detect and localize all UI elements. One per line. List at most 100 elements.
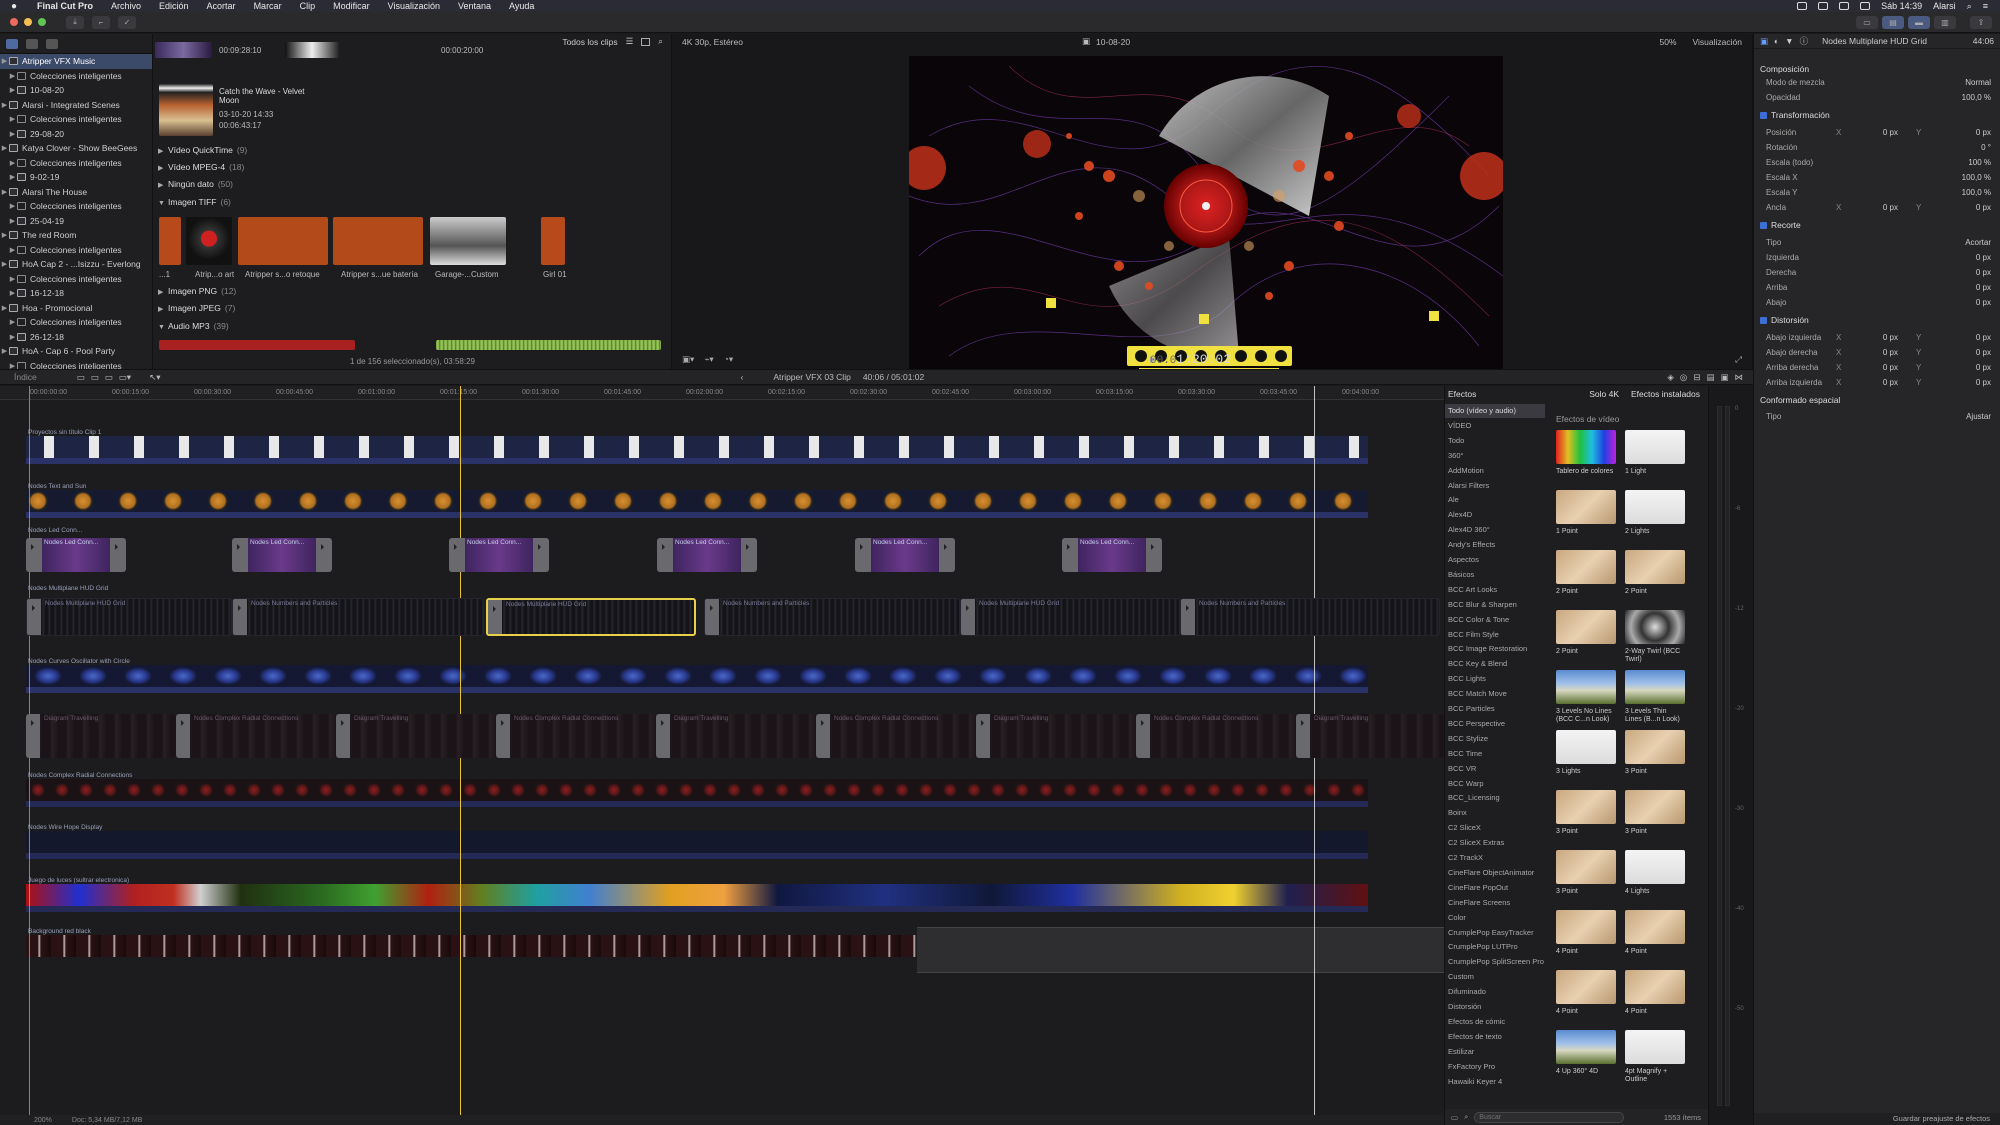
clip-trim-handle[interactable] — [488, 600, 502, 634]
viewer-view-menu[interactable]: Visualización — [1693, 37, 1742, 47]
effects-category-item[interactable]: C2 TrackX — [1445, 851, 1545, 865]
timeline-clip-led[interactable]: Nodes Led Conn... — [657, 538, 757, 572]
crop-top-field[interactable]: 0 px — [1931, 283, 1991, 292]
timeline-clip[interactable]: Nodes Complex Radial Connections — [496, 714, 656, 758]
background-tasks-icon[interactable]: ✓ — [118, 15, 136, 29]
disclosure-triangle-icon[interactable]: ▶ — [8, 173, 17, 181]
effects-category-item[interactable]: Básicos — [1445, 568, 1545, 582]
library-item[interactable]: ▶ The red Room — [0, 228, 152, 243]
effects-category-item[interactable]: Estilizar — [1445, 1045, 1545, 1059]
timeline-ruler[interactable]: 00:00:00:00 00:00:15:00 00:00:30:00 00:00:4… — [0, 386, 1444, 400]
user-name[interactable]: Alarsi — [1933, 1, 1956, 11]
effect-thumbnail[interactable] — [1556, 730, 1616, 764]
audio-thumbnail[interactable] — [159, 340, 355, 350]
effects-category-item[interactable]: BCC Warp — [1445, 777, 1545, 791]
library-item[interactable]: ▶ 9-02-19 — [0, 170, 152, 185]
effects-category-item[interactable]: Efectos de texto — [1445, 1030, 1545, 1044]
effect-thumbnail[interactable] — [1625, 910, 1685, 944]
effect-thumbnail[interactable] — [1556, 1030, 1616, 1064]
disclosure-triangle-icon[interactable]: ▶ — [8, 202, 17, 210]
conform-type-select[interactable]: Ajustar — [1931, 412, 1991, 421]
snapping-icon[interactable]: ⊟ — [1693, 372, 1700, 383]
import-icon[interactable]: ⤓ — [66, 15, 84, 29]
transitions-browser-icon[interactable]: ⋈ — [1735, 372, 1744, 383]
composition-section[interactable]: Composición — [1760, 64, 1809, 74]
transform-section[interactable]: Transformación — [1760, 110, 1830, 120]
library-item[interactable]: ▶ Katya Clover - Show BeeGees — [0, 141, 152, 156]
clip-trim-handle[interactable] — [1146, 538, 1162, 572]
tiff-thumbnail[interactable] — [430, 217, 506, 265]
group-mpeg4[interactable]: ▶ Vídeo MPEG-4 (18) — [158, 162, 244, 172]
clip-trim-handle[interactable] — [496, 714, 510, 758]
clip-thumbnail[interactable] — [285, 42, 339, 58]
wifi-icon[interactable] — [1839, 2, 1850, 10]
timeline-clip[interactable] — [26, 665, 1368, 687]
clip-trim-handle[interactable] — [27, 599, 41, 635]
group-tiff[interactable]: ▼ Imagen TIFF (6) — [158, 197, 231, 207]
library-item[interactable]: ▶ 26-12-18 — [0, 330, 152, 345]
status-icon[interactable] — [1797, 2, 1808, 10]
effects-category-item[interactable]: BCC Lights — [1445, 672, 1545, 686]
clip-trim-handle[interactable] — [1296, 714, 1310, 758]
clip-trim-handle[interactable] — [176, 714, 190, 758]
library-item[interactable]: ▶ 10-08-20 — [0, 83, 152, 98]
crop-section[interactable]: Recorte — [1760, 220, 1801, 230]
keyword-icon[interactable]: ⌐ — [92, 15, 110, 29]
timeline-clip[interactable] — [26, 831, 1368, 853]
timeline-clip[interactable]: Nodes Numbers and Particles — [1180, 598, 1440, 636]
library-item[interactable]: ▶ Colecciones inteligentes — [0, 315, 152, 330]
group-quicktime[interactable]: ▶ Vídeo QuickTime (9) — [158, 145, 247, 155]
effects-category-item[interactable]: BCC Match Move — [1445, 687, 1545, 701]
effect-thumbnail[interactable] — [1556, 610, 1616, 644]
solo-icon[interactable]: ◎ — [1680, 372, 1687, 383]
crop-checkbox[interactable] — [1760, 222, 1767, 230]
clip-trim-handle[interactable] — [657, 538, 673, 572]
disclosure-triangle-icon[interactable]: ▶ — [0, 304, 9, 312]
effects-category-item[interactable]: AddMotion — [1445, 464, 1545, 478]
libraries-tab-icon[interactable] — [6, 38, 18, 49]
effects-category-item[interactable]: BCC Blur & Sharpen — [1445, 598, 1545, 612]
effects-category-item[interactable]: 360° — [1445, 449, 1545, 463]
timeline-clip[interactable] — [26, 935, 916, 957]
list-view-icon[interactable]: ☰ — [626, 36, 634, 47]
gap-clip[interactable] — [917, 927, 1444, 973]
browser-search-icon[interactable]: ⌕ — [658, 36, 663, 47]
library-item[interactable]: ▶ Colecciones inteligentes — [0, 272, 152, 287]
effects-category-item[interactable]: BCC Film Style — [1445, 628, 1545, 642]
clip-filter-menu[interactable]: Todos los clips — [562, 37, 617, 47]
effect-thumbnail[interactable] — [1556, 670, 1616, 704]
audio-skimming-icon[interactable]: ◈ — [1667, 372, 1674, 383]
effects-category-item[interactable]: BCC Time — [1445, 747, 1545, 761]
color-inspector-tab-icon[interactable]: ◐ — [1774, 36, 1779, 46]
effects-category-item[interactable]: FxFactory Pro — [1445, 1060, 1545, 1074]
clip-trim-handle[interactable] — [976, 714, 990, 758]
scale-y-field[interactable]: 100,0 % — [1931, 188, 1991, 197]
distort-checkbox[interactable] — [1760, 317, 1767, 325]
timeline-clip-led[interactable]: Nodes Led Conn... — [26, 538, 126, 572]
connect-clip-icon[interactable]: ▭ — [77, 372, 85, 383]
clip-trim-handle[interactable] — [26, 714, 40, 758]
effects-category-item[interactable]: C2 SliceX — [1445, 821, 1545, 835]
timeline-clip[interactable] — [26, 884, 1368, 906]
clip-trim-handle[interactable] — [533, 538, 549, 572]
conform-section[interactable]: Conformado espacial — [1760, 395, 1840, 405]
library-item[interactable]: ▶ Alarsi - Integrated Scenes — [0, 98, 152, 113]
timeline-clip[interactable]: Nodes Complex Radial Connections — [1136, 714, 1296, 758]
timeline-clip[interactable] — [26, 490, 1368, 512]
effects-category-item[interactable]: CrumplePop EasyTracker — [1445, 926, 1545, 940]
clip-trim-handle[interactable] — [233, 599, 247, 635]
viewer-zoom-menu[interactable]: 50% — [1660, 37, 1677, 47]
menu-clip[interactable]: Clip — [291, 1, 325, 11]
library-item[interactable]: ▶ HoA - Cap 6 - Pool Party — [0, 344, 152, 359]
audio-waveform-thumbnail[interactable] — [436, 340, 661, 350]
disclosure-triangle-icon[interactable]: ▶ — [8, 217, 17, 225]
fullscreen-icon[interactable]: ⤢ — [1735, 354, 1742, 365]
index-button[interactable]: Índice — [14, 372, 37, 382]
effects-category-item[interactable]: Andy's Effects — [1445, 538, 1545, 552]
timeline-clip[interactable]: Diagram Travelling — [336, 714, 496, 758]
timeline[interactable]: 00:00:00:00 00:00:15:00 00:00:30:00 00:00:4… — [0, 386, 1444, 1115]
clip-trim-handle[interactable] — [939, 538, 955, 572]
effects-category-item[interactable]: Alex4D — [1445, 508, 1545, 522]
apple-menu-icon[interactable]: ● — [0, 1, 28, 12]
effect-thumbnail[interactable] — [1625, 610, 1685, 644]
